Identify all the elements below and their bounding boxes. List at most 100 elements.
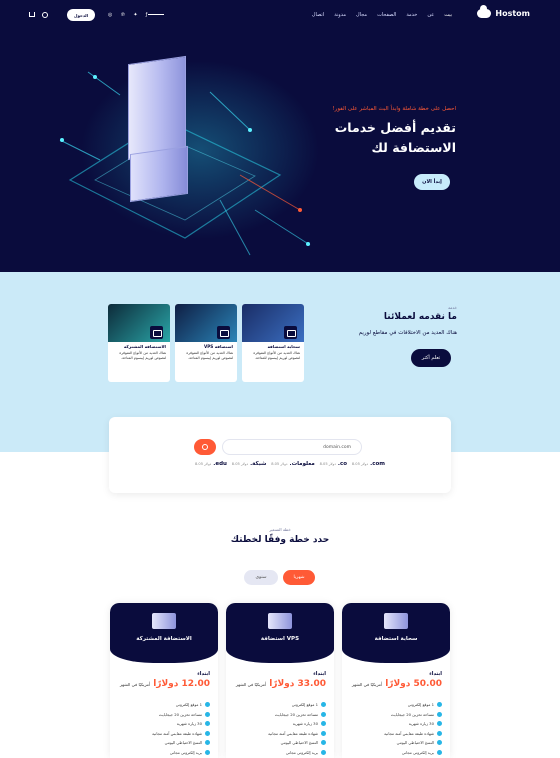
services-eyebrow: خدمة (448, 305, 457, 310)
social-links: ◎ ℗ ✦ ƒ (108, 12, 147, 18)
pinterest-icon[interactable]: ℗ (120, 12, 125, 18)
menu-item-home[interactable]: بيت (444, 12, 452, 18)
domain-search-button[interactable] (194, 439, 216, 455)
feature-item: شهادة طبقة مقابس آمنة مجانية (234, 729, 326, 739)
card-title: الاستضافة المشتركة (123, 344, 166, 349)
plan-name: الاستضافة المشتركة (136, 636, 192, 642)
search-icon[interactable] (42, 12, 48, 18)
server-stack-icon (384, 613, 408, 629)
tld-item[interactable]: 8.05 دولار .com (352, 461, 385, 467)
menu-item-contact[interactable]: اتصال (312, 12, 324, 18)
price-amount: 50.00 دولارًا (385, 679, 442, 689)
pricing-card-vps: استضافة VPS ابتداء 33.00 دولارًا أمريكيً… (226, 603, 334, 758)
service-card-shared[interactable]: الاستضافة المشتركة هناك العديد من الأنوا… (108, 304, 170, 382)
check-icon (321, 740, 326, 746)
check-icon (205, 749, 210, 755)
feature-item: مساحة تخزين 20 جيجابايت (350, 710, 442, 720)
hero-section: Hostom بيت عن خدمة الصفحات مجال مدونة ات… (0, 0, 560, 272)
services-description: هناك العديد من الاختلافات في مقاطع لوريم (358, 330, 457, 336)
price-period: أمريكيًا في الشهر (119, 682, 151, 687)
check-icon (437, 740, 442, 746)
pricing-eyebrow: خطة التسعير (269, 527, 291, 532)
check-icon (205, 711, 210, 717)
server-stack-icon (152, 613, 176, 629)
feature-item: النسخ الاحتياطي اليومي (234, 738, 326, 748)
feature-item: النسخ الاحتياطي اليومي (118, 738, 210, 748)
login-button[interactable]: الدخول (67, 9, 95, 21)
twitter-icon[interactable]: ✦ (133, 12, 137, 18)
feature-item: بريد إلكتروني مجاني (234, 748, 326, 758)
services-title: ما نقدمه لعملائنا (383, 312, 457, 322)
domain-search-box: domain.com 8.05 دولار .edu 8.05 دولار .شبك… (109, 417, 451, 493)
menu-item-about[interactable]: عن (427, 12, 434, 18)
card-image (242, 304, 304, 342)
pricing-title: حدد خطة وفقًا لخطتك (230, 535, 330, 545)
feature-item: 1 موقع إلكتروني (350, 700, 442, 710)
learn-more-button[interactable]: تعلم أكثر (411, 349, 451, 367)
nav-divider (148, 14, 164, 15)
tld-item[interactable]: 8.05 دولار .co (320, 461, 347, 467)
price-period: أمريكيًا في الشهر (235, 682, 267, 687)
menu-item-pages[interactable]: الصفحات (377, 12, 396, 18)
yearly-toggle[interactable]: سنوي (244, 570, 278, 585)
facebook-icon[interactable]: ƒ (146, 12, 148, 18)
shared-hosting-icon (150, 326, 163, 339)
hero-cta-button[interactable]: إبدأ الان (414, 174, 450, 190)
brand-name: Hostom (495, 9, 530, 18)
cart-icon[interactable] (29, 12, 35, 17)
service-card-cloud[interactable]: سحابة استضافة هناك العديد من الأنواع الم… (242, 304, 304, 382)
check-icon (321, 702, 326, 708)
plan-price: 12.00 دولارًا أمريكيًا في الشهر (120, 679, 210, 689)
check-icon (321, 730, 326, 736)
tld-item[interactable]: 8.05 دولار .معلومات (271, 461, 315, 467)
main-menu: بيت عن خدمة الصفحات مجال مدونة اتصال (312, 12, 452, 18)
monthly-toggle[interactable]: شهريا (283, 570, 315, 585)
instagram-icon[interactable]: ◎ (108, 12, 112, 18)
service-card-vps[interactable]: استضافة VPS هناك العديد من الأنواع المتو… (175, 304, 237, 382)
logo[interactable]: Hostom (477, 5, 530, 18)
plan-header: سحابة استضافة (342, 603, 450, 663)
cloud-icon (477, 5, 492, 18)
plan-name: استضافة VPS (260, 636, 300, 642)
feature-item: 30 زيارة شهرية (234, 719, 326, 729)
check-icon (437, 702, 442, 708)
vps-icon (217, 326, 230, 339)
plan-name: سحابة استضافة (374, 636, 418, 642)
check-icon (437, 721, 442, 727)
plan-features: 1 موقع إلكتروني مساحة تخزين 20 جيجابايت … (350, 700, 442, 757)
check-icon (205, 740, 210, 746)
feature-item: 30 زيارة شهرية (350, 719, 442, 729)
card-text: هناك العديد من الأنواع المتوفرة لنصوص لو… (253, 351, 300, 361)
cloud-server-icon (284, 326, 297, 339)
check-icon (205, 721, 210, 727)
plan-header: الاستضافة المشتركة (110, 603, 218, 663)
card-text: هناك العديد من الأنواع المتوفرة لنصوص لو… (119, 351, 166, 361)
menu-item-domain[interactable]: مجال (356, 12, 367, 18)
pricing-card-shared: الاستضافة المشتركة ابتداء 12.00 دولارًا … (110, 603, 218, 758)
check-icon (205, 702, 210, 708)
plan-price: 33.00 دولارًا أمريكيًا في الشهر (236, 679, 326, 689)
feature-item: مساحة تخزين 20 جيجابايت (234, 710, 326, 720)
menu-item-service[interactable]: خدمة (406, 12, 417, 18)
plan-from-label: ابتداء (197, 671, 210, 677)
plan-header: استضافة VPS (226, 603, 334, 663)
card-title: استضافة VPS (203, 344, 233, 349)
domain-search-input[interactable]: domain.com (222, 439, 362, 455)
feature-item: النسخ الاحتياطي اليومي (350, 738, 442, 748)
tld-item[interactable]: 8.05 دولار .شبكة (232, 461, 267, 467)
card-text: هناك العديد من الأنواع المتوفرة لنصوص لو… (186, 351, 233, 361)
card-image (108, 304, 170, 342)
feature-item: مساحة تخزين 20 جيجابايت (118, 710, 210, 720)
tld-item[interactable]: 8.05 دولار .edu (195, 461, 227, 467)
price-amount: 12.00 دولارًا (153, 679, 210, 689)
menu-item-blog[interactable]: مدونة (334, 12, 346, 18)
hero-title: تقديم أفضل خدمات الاستضافة لك (334, 120, 456, 155)
price-period: أمريكيًا في الشهر (351, 682, 383, 687)
feature-item: شهادة طبقة مقابس آمنة مجانية (118, 729, 210, 739)
plan-from-label: ابتداء (313, 671, 326, 677)
check-icon (321, 721, 326, 727)
card-image (175, 304, 237, 342)
feature-item: شهادة طبقة مقابس آمنة مجانية (350, 729, 442, 739)
feature-item: 30 زيارة شهرية (118, 719, 210, 729)
check-icon (437, 730, 442, 736)
